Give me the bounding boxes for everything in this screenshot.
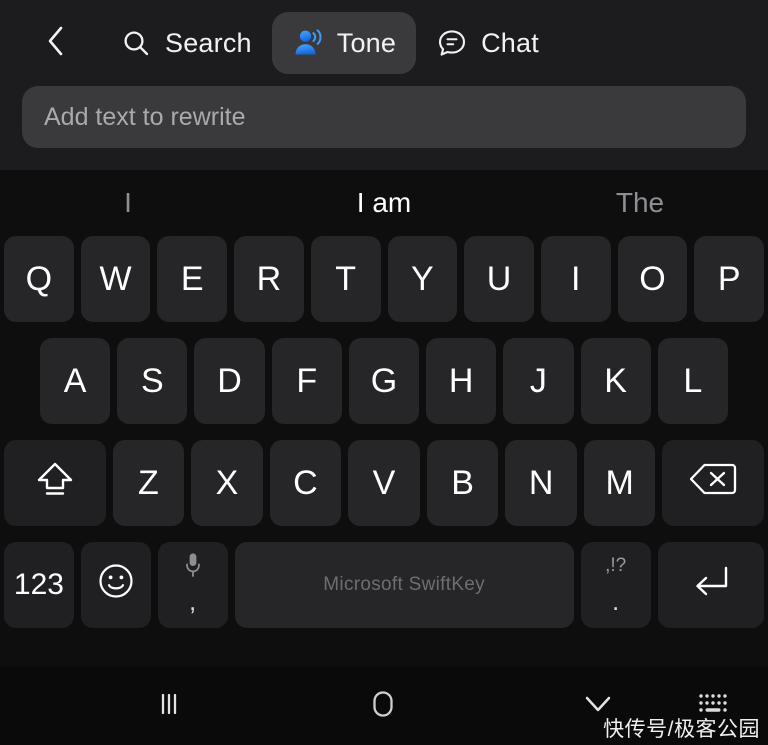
home-button[interactable] xyxy=(344,667,422,745)
rewrite-text-input[interactable]: Add text to rewrite xyxy=(22,86,746,148)
tab-search-label: Search xyxy=(165,27,252,58)
punctuation-key[interactable]: ,!? . xyxy=(580,542,651,628)
android-navigation-bar: 快传号/极客公园 xyxy=(0,667,768,745)
punct-secondary-label: ,!? xyxy=(605,554,627,576)
keyboard-switcher-button[interactable] xyxy=(678,667,750,745)
emoji-key[interactable] xyxy=(80,542,151,628)
mic-key-comma-label: , xyxy=(188,586,197,616)
key-k[interactable]: K xyxy=(580,338,651,424)
search-icon xyxy=(120,27,152,59)
key-u[interactable]: U xyxy=(464,236,534,322)
key-o[interactable]: O xyxy=(617,236,688,322)
home-square-icon xyxy=(366,687,400,726)
rewrite-input-placeholder: Add text to rewrite xyxy=(44,102,246,131)
shift-key[interactable] xyxy=(4,440,106,526)
microphone-icon xyxy=(184,552,202,578)
key-v[interactable]: V xyxy=(348,440,420,526)
input-area: Add text to rewrite xyxy=(0,86,768,170)
top-toolbar: Search Tone Chat xyxy=(0,0,768,86)
backspace-delete-icon xyxy=(687,459,739,508)
key-c[interactable]: C xyxy=(269,440,342,526)
key-r[interactable]: R xyxy=(234,236,304,322)
keyboard-row-4: 123 , Microsoft SwiftKey ,!? . xyxy=(0,542,768,628)
key-h[interactable]: H xyxy=(426,338,497,424)
key-f[interactable]: F xyxy=(271,338,342,424)
key-x[interactable]: X xyxy=(191,440,263,526)
shift-up-arrow-icon xyxy=(32,456,78,511)
voice-input-key[interactable]: , xyxy=(157,542,228,628)
tab-chat[interactable]: Chat xyxy=(416,12,559,74)
tab-search[interactable]: Search xyxy=(100,12,272,74)
recents-button[interactable] xyxy=(130,667,208,745)
prediction-candidate-2[interactable]: I am xyxy=(256,187,512,219)
chevron-down-icon xyxy=(581,691,615,722)
spacebar-label: Microsoft SwiftKey xyxy=(323,574,485,595)
back-button[interactable] xyxy=(34,22,76,64)
enter-key[interactable] xyxy=(657,542,765,628)
prediction-candidate-3[interactable]: The xyxy=(512,187,768,219)
key-z[interactable]: Z xyxy=(112,440,185,526)
recents-bars-icon xyxy=(152,687,186,726)
tab-chat-label: Chat xyxy=(481,27,539,58)
mic-key-stack: , xyxy=(184,542,202,628)
tab-tone[interactable]: Tone xyxy=(271,12,417,74)
key-p[interactable]: P xyxy=(694,236,765,322)
prediction-bar: I I am The xyxy=(0,170,768,236)
dismiss-keyboard-button[interactable] xyxy=(562,667,634,745)
key-d[interactable]: D xyxy=(194,338,265,424)
smiley-face-icon xyxy=(95,560,137,611)
keyboard-row-2: A S D F G H J K L xyxy=(0,338,768,424)
key-j[interactable]: J xyxy=(503,338,574,424)
chevron-left-icon xyxy=(44,24,66,63)
spacebar[interactable]: Microsoft SwiftKey xyxy=(234,542,574,628)
enter-return-icon xyxy=(688,561,734,610)
key-n[interactable]: N xyxy=(505,440,577,526)
phone-screen: Search Tone Chat Add text to rewrite I I… xyxy=(0,0,768,745)
backspace-key[interactable] xyxy=(662,440,765,526)
punct-primary-label: . xyxy=(612,586,620,616)
keyboard-row-3: Z X C V B N M xyxy=(0,440,768,526)
key-e[interactable]: E xyxy=(157,236,228,322)
chat-bubble-icon xyxy=(436,27,468,59)
prediction-candidate-1[interactable]: I xyxy=(0,187,256,219)
key-t[interactable]: T xyxy=(310,236,381,322)
keyboard-row-1: Q W E R T Y U I O P xyxy=(0,236,768,322)
keyboard-grid-icon xyxy=(696,691,732,722)
tone-person-waves-icon xyxy=(292,27,324,59)
key-m[interactable]: M xyxy=(583,440,656,526)
key-i[interactable]: I xyxy=(540,236,611,322)
tab-tone-label: Tone xyxy=(336,27,397,58)
key-a[interactable]: A xyxy=(40,338,111,424)
key-l[interactable]: L xyxy=(657,338,728,424)
key-w[interactable]: W xyxy=(80,236,151,322)
key-y[interactable]: Y xyxy=(387,236,458,322)
key-g[interactable]: G xyxy=(348,338,420,424)
key-b[interactable]: B xyxy=(426,440,499,526)
punct-key-stack: ,!? . xyxy=(605,542,626,628)
key-s[interactable]: S xyxy=(117,338,188,424)
swiftkey-keyboard: I I am The Q W E R T Y U I O P A S D F G… xyxy=(0,170,768,667)
key-q[interactable]: Q xyxy=(4,236,74,322)
numeric-mode-key[interactable]: 123 xyxy=(4,542,74,628)
